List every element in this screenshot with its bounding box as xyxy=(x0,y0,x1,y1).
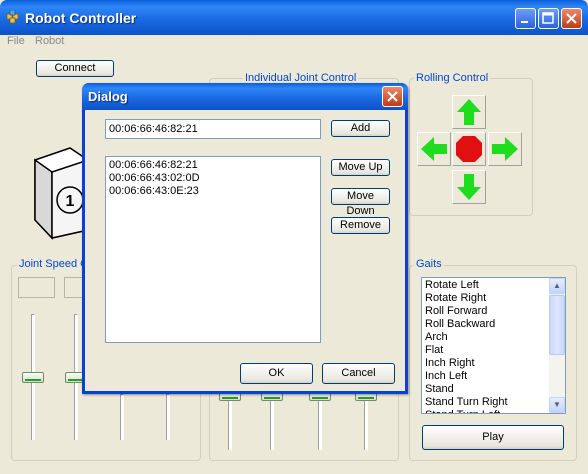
gait-item[interactable]: Inch Right xyxy=(425,357,475,369)
device-list[interactable]: 00:06:66:46:82:21 00:06:66:43:02:0D 00:06:… xyxy=(105,156,321,343)
close-icon xyxy=(566,13,577,24)
close-button[interactable] xyxy=(561,8,582,29)
roll-backward-button[interactable] xyxy=(452,170,486,204)
cancel-button[interactable]: Cancel xyxy=(322,363,395,384)
dialog-window: Dialog Add 00:06:66:46:82:2100:06:66:43:… xyxy=(82,83,408,394)
device-item[interactable]: 00:06:66:43:0E:23 xyxy=(109,185,199,197)
maximize-button[interactable] xyxy=(538,8,559,29)
address-input[interactable] xyxy=(105,119,321,139)
gait-item[interactable]: Inch Left xyxy=(425,370,467,382)
scroll-thumb[interactable] xyxy=(549,295,565,355)
gait-item[interactable]: Roll Backward xyxy=(425,318,495,330)
connect-button[interactable]: Connect xyxy=(36,60,114,77)
minimize-button[interactable] xyxy=(515,8,536,29)
ok-button[interactable]: OK xyxy=(240,363,313,384)
joint-slider-2[interactable] xyxy=(270,394,274,450)
cube-face-label: 1 xyxy=(66,193,75,210)
remove-button[interactable]: Remove xyxy=(331,217,390,234)
gait-item[interactable]: Stand Turn Left xyxy=(425,409,500,413)
title-bar[interactable]: Robot Controller xyxy=(0,0,588,35)
gait-item[interactable]: Rotate Right xyxy=(425,292,486,304)
arrow-left-icon xyxy=(421,137,447,161)
gait-item[interactable]: Stand xyxy=(425,383,454,395)
move-up-button[interactable]: Move Up xyxy=(331,159,390,176)
robot-cube-image: 1 xyxy=(34,147,89,240)
gait-item[interactable]: Stand Turn Right xyxy=(425,396,508,408)
add-button[interactable]: Add xyxy=(331,120,390,137)
gaits-list[interactable]: Rotate Left Rotate Right Roll Forward Roll … xyxy=(421,277,566,414)
joint-speed-slider-3[interactable] xyxy=(120,394,124,440)
roll-forward-button[interactable] xyxy=(452,95,486,129)
stop-button[interactable] xyxy=(452,132,486,166)
gaits-label: Gaits xyxy=(414,258,444,270)
minimize-icon xyxy=(521,21,528,23)
joint-slider-1[interactable] xyxy=(228,394,232,450)
play-button[interactable]: Play xyxy=(422,425,564,450)
close-icon xyxy=(387,91,398,102)
joint-slider-4[interactable] xyxy=(364,394,368,450)
joint-speed-slider-thumb-1[interactable] xyxy=(22,372,44,383)
joint-speed-label: Joint Speed C xyxy=(17,258,91,270)
app-icon xyxy=(6,10,19,24)
device-item[interactable]: 00:06:66:46:82:21 xyxy=(109,159,198,171)
gait-item[interactable]: Flat xyxy=(425,344,443,356)
gait-item[interactable]: Rotate Left xyxy=(425,279,479,291)
arrow-right-icon xyxy=(492,137,518,161)
gait-item[interactable]: Roll Forward xyxy=(425,305,487,317)
arrow-down-icon xyxy=(457,174,481,200)
stop-icon xyxy=(456,136,482,162)
maximize-icon xyxy=(542,12,554,24)
arrow-up-icon xyxy=(457,99,481,125)
scroll-down-icon[interactable]: ▼ xyxy=(549,397,565,413)
joint-speed-value-1 xyxy=(18,277,55,298)
menu-robot[interactable]: Robot xyxy=(35,35,64,47)
roll-left-button[interactable] xyxy=(417,132,451,166)
window-title: Robot Controller xyxy=(25,10,137,26)
joint-speed-slider-4[interactable] xyxy=(166,394,170,440)
menu-file[interactable]: File xyxy=(7,35,25,47)
device-item[interactable]: 00:06:66:43:02:0D xyxy=(109,172,200,184)
dialog-title-bar[interactable]: Dialog xyxy=(82,83,408,110)
rolling-control-label: Rolling Control xyxy=(414,72,491,84)
gait-item[interactable]: Arch xyxy=(425,331,448,343)
dialog-close-button[interactable] xyxy=(382,86,403,107)
move-down-button[interactable]: Move Down xyxy=(331,188,390,217)
joint-slider-3[interactable] xyxy=(318,394,322,450)
roll-right-button[interactable] xyxy=(488,132,522,166)
gaits-scrollbar[interactable]: ▲ ▼ xyxy=(549,278,565,413)
dialog-title: Dialog xyxy=(88,89,128,104)
scroll-up-icon[interactable]: ▲ xyxy=(549,278,565,294)
